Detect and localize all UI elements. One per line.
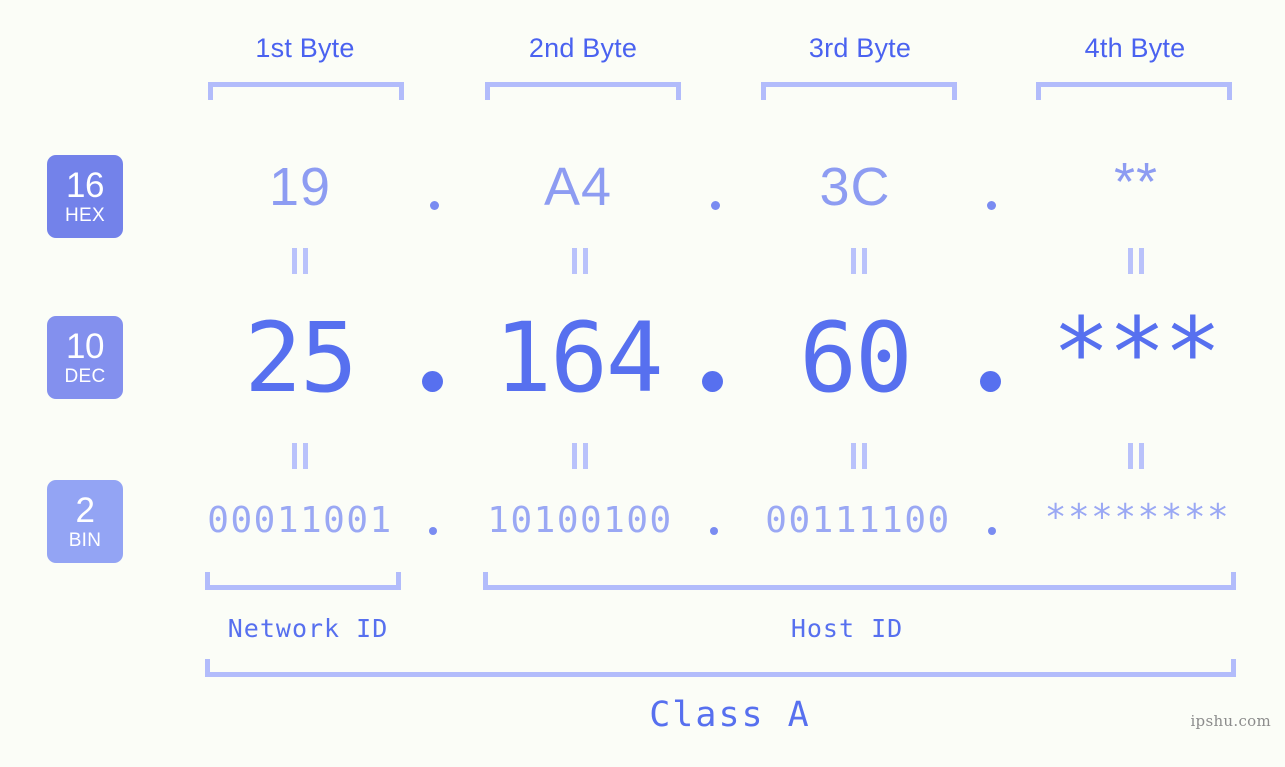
network-id-bracket bbox=[205, 572, 401, 590]
equals-mark-dec-bin-4 bbox=[1128, 443, 1145, 469]
equals-mark-hex-dec-3 bbox=[851, 248, 868, 274]
byte-header-2: 2nd Byte bbox=[528, 33, 638, 63]
hex-separator-2 bbox=[711, 201, 720, 210]
dec-byte-2: 164 bbox=[494, 302, 663, 414]
base-badge-bin-label: BIN bbox=[68, 530, 102, 551]
bin-byte-4: ******** bbox=[1044, 497, 1231, 538]
equals-mark-hex-dec-2 bbox=[572, 248, 589, 274]
byte-header-3: 3rd Byte bbox=[808, 33, 912, 63]
dec-separator-2 bbox=[702, 371, 723, 392]
equals-mark-dec-bin-1 bbox=[292, 443, 309, 469]
bin-byte-3: 00111100 bbox=[765, 500, 951, 541]
dec-separator-1 bbox=[422, 371, 443, 392]
bin-separator-2 bbox=[710, 527, 718, 535]
class-label: Class A bbox=[649, 695, 811, 735]
base-badge-dec[interactable]: 10 DEC bbox=[47, 316, 123, 399]
dec-byte-4: *** bbox=[1052, 297, 1221, 409]
byte-bracket-2 bbox=[485, 82, 681, 100]
base-badge-bin-number: 2 bbox=[75, 491, 95, 530]
bin-separator-3 bbox=[988, 527, 996, 535]
equals-mark-dec-bin-2 bbox=[572, 443, 589, 469]
dec-byte-3: 60 bbox=[799, 302, 913, 414]
dec-byte-1: 25 bbox=[244, 302, 358, 414]
base-badge-dec-number: 10 bbox=[66, 327, 104, 366]
hex-byte-1: 19 bbox=[268, 157, 332, 217]
byte-header-4: 4th Byte bbox=[1084, 33, 1186, 63]
equals-mark-hex-dec-4 bbox=[1128, 248, 1145, 274]
network-id-label: Network ID bbox=[227, 614, 389, 643]
class-bracket bbox=[205, 659, 1236, 677]
hex-separator-1 bbox=[430, 201, 439, 210]
byte-bracket-3 bbox=[761, 82, 957, 100]
base-badge-hex-number: 16 bbox=[66, 166, 104, 205]
dec-separator-3 bbox=[980, 371, 1001, 392]
hex-separator-3 bbox=[987, 201, 996, 210]
bin-byte-2: 10100100 bbox=[487, 500, 673, 541]
equals-mark-hex-dec-1 bbox=[292, 248, 309, 274]
hex-byte-4: ** bbox=[1113, 152, 1159, 212]
host-id-label: Host ID bbox=[790, 614, 904, 643]
hex-byte-3: 3C bbox=[819, 157, 891, 217]
ip-breakdown-diagram: 1st Byte 2nd Byte 3rd Byte 4th Byte 16 H… bbox=[0, 0, 1285, 767]
byte-bracket-1 bbox=[208, 82, 404, 100]
base-badge-hex[interactable]: 16 HEX bbox=[47, 155, 123, 238]
site-watermark: ipshu.com bbox=[1190, 712, 1271, 730]
byte-header-1: 1st Byte bbox=[255, 33, 355, 63]
base-badge-dec-label: DEC bbox=[64, 366, 106, 387]
bin-byte-1: 00011001 bbox=[207, 500, 393, 541]
host-id-bracket bbox=[483, 572, 1236, 590]
base-badge-bin[interactable]: 2 BIN bbox=[47, 480, 123, 563]
equals-mark-dec-bin-3 bbox=[851, 443, 868, 469]
byte-bracket-4 bbox=[1036, 82, 1232, 100]
base-badge-hex-label: HEX bbox=[65, 205, 105, 226]
bin-separator-1 bbox=[429, 527, 437, 535]
hex-byte-2: A4 bbox=[543, 157, 613, 217]
